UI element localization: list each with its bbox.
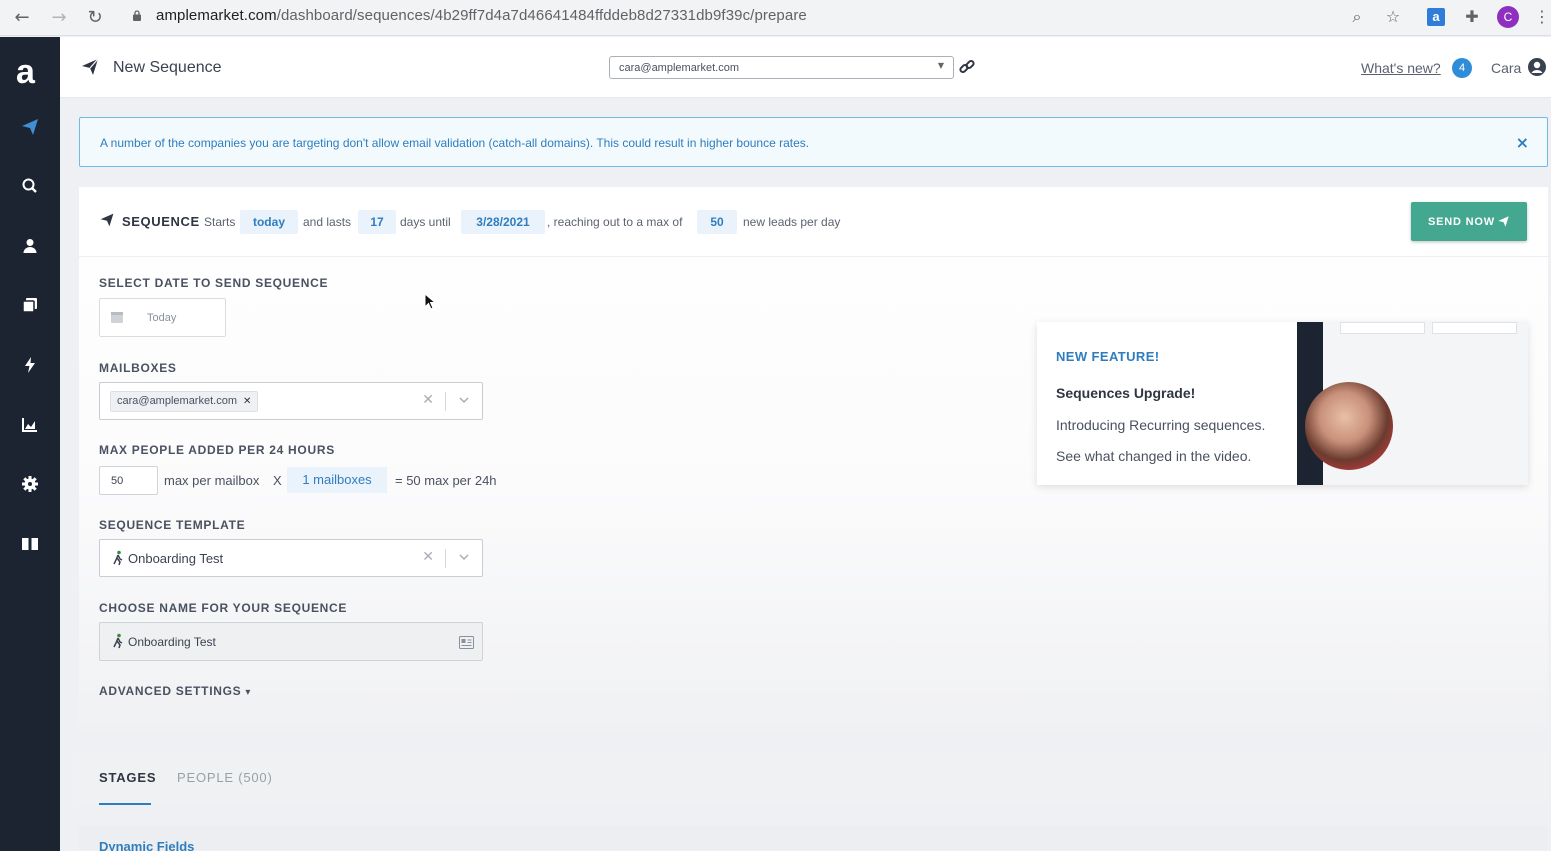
user-avatar-icon[interactable] (1527, 57, 1547, 77)
select-divider (445, 549, 446, 568)
runner-icon (113, 633, 123, 649)
mailbox-tag-label: cara@amplemarket.com (117, 395, 237, 407)
forward-icon[interactable]: → (47, 6, 71, 30)
feature-video-thumbnail[interactable] (1297, 322, 1528, 485)
catch-all-warning-alert: A number of the companies you are target… (79, 117, 1548, 167)
sequences-plane-icon[interactable] (20, 117, 40, 137)
max-per-mailbox-text: max per mailbox (164, 473, 260, 488)
search-icon[interactable] (20, 176, 40, 196)
whats-new-link[interactable]: What's new? (1361, 60, 1441, 76)
paper-plane-icon (100, 213, 114, 227)
dynamic-fields-link[interactable]: Dynamic Fields (99, 839, 194, 851)
sequence-label: SEQUENCE (122, 214, 200, 229)
start-day-chip[interactable]: today (240, 210, 298, 234)
book-icon[interactable] (20, 534, 40, 554)
mailboxes-label: MAILBOXES (99, 361, 177, 375)
clear-icon[interactable]: ✕ (422, 392, 434, 408)
new-feature-line1: Introducing Recurring sequences. (1056, 417, 1266, 433)
notification-badge[interactable]: 4 (1452, 58, 1472, 78)
star-icon[interactable]: ☆ (1383, 7, 1403, 27)
zoom-icon[interactable]: ⌕ (1347, 7, 1367, 27)
calendar-icon (111, 312, 123, 323)
close-icon[interactable]: × (1516, 133, 1529, 152)
lightning-bolt-icon[interactable] (20, 355, 40, 375)
clear-icon[interactable]: ✕ (422, 549, 434, 565)
paper-plane-icon (82, 58, 99, 75)
max-leads-chip[interactable]: 50 (697, 210, 737, 234)
sidebar (0, 37, 60, 851)
new-feature-popup[interactable]: NEW FEATURE! Sequences Upgrade! Introduc… (1037, 322, 1528, 485)
caret-down-icon: ▼ (937, 61, 944, 70)
analytics-chart-icon[interactable] (20, 415, 40, 435)
account-select-value: cara@amplemarket.com (619, 62, 739, 74)
times-text: X (273, 473, 282, 488)
per-day-text: new leads per day (743, 215, 841, 229)
sequence-name-value: Onboarding Test (128, 635, 216, 649)
and-lasts-text: and lasts (303, 215, 352, 229)
template-value: Onboarding Test (128, 551, 224, 566)
mailbox-count-chip[interactable]: 1 mailboxes (287, 467, 387, 493)
sequence-name-input[interactable]: Onboarding Test (99, 622, 483, 661)
reload-icon[interactable]: ↻ (83, 6, 107, 30)
chevron-down-icon: ▾ (245, 687, 252, 698)
date-picker-input[interactable]: Today (99, 298, 226, 337)
date-value: Today (147, 312, 177, 324)
select-divider (445, 392, 446, 411)
amplemarket-extension-icon[interactable]: a (1427, 8, 1445, 26)
back-icon[interactable]: ← (10, 6, 34, 30)
video-ui-box (1340, 322, 1425, 334)
send-now-label: SEND NOW (1428, 216, 1495, 228)
days-until-text: days until (400, 215, 451, 229)
new-feature-title: NEW FEATURE! (1056, 349, 1160, 364)
end-date-chip[interactable]: 3/28/2021 (461, 210, 545, 234)
new-feature-heading: Sequences Upgrade! (1056, 385, 1196, 401)
max-per-mailbox-input[interactable]: 50 (99, 466, 158, 495)
url-text: amplemarket.com/dashboard/sequences/4b29… (156, 7, 807, 24)
video-ui-box (1432, 322, 1517, 334)
tabs-bar (79, 752, 1548, 806)
sequence-name-label: CHOOSE NAME FOR YOUR SEQUENCE (99, 601, 348, 615)
alert-text: A number of the companies you are target… (100, 136, 810, 150)
paper-plane-icon (1498, 216, 1509, 227)
remove-tag-icon[interactable]: ✕ (243, 396, 251, 407)
runner-icon (113, 550, 123, 566)
mouse-cursor-icon (424, 293, 436, 310)
chevron-down-icon[interactable] (458, 551, 470, 563)
extensions-puzzle-icon[interactable]: ✚ (1462, 7, 1482, 27)
mailbox-tag[interactable]: cara@amplemarket.com ✕ (110, 391, 259, 412)
tab-people[interactable]: PEOPLE (500) (177, 770, 273, 785)
advanced-settings-toggle[interactable]: ADVANCED SETTINGS ▾ (99, 684, 251, 698)
days-chip[interactable]: 17 (358, 210, 396, 234)
chevron-down-icon[interactable] (458, 394, 470, 406)
link-icon[interactable] (958, 58, 976, 76)
active-tab-indicator (99, 803, 151, 805)
copy-templates-icon[interactable] (20, 295, 40, 315)
equals-text: = 50 max per 24h (395, 473, 497, 488)
lock-icon (133, 10, 141, 21)
page-title: New Sequence (113, 59, 222, 76)
gear-icon[interactable] (20, 474, 40, 494)
logo[interactable]: a (16, 54, 35, 90)
starts-text: Starts (204, 215, 236, 229)
mailboxes-select[interactable]: cara@amplemarket.com ✕ ✕ (99, 382, 483, 420)
date-label: SELECT DATE TO SEND SEQUENCE (99, 276, 329, 290)
dynamic-fields-panel (79, 826, 1548, 851)
new-feature-line2: See what changed in the video. (1056, 448, 1252, 464)
account-select[interactable]: cara@amplemarket.com ▼ (609, 56, 954, 79)
template-label: SEQUENCE TEMPLATE (99, 518, 246, 532)
tab-stages[interactable]: STAGES (99, 770, 156, 785)
advanced-settings-label: ADVANCED SETTINGS (99, 684, 242, 698)
contact-card-icon[interactable] (459, 636, 474, 649)
user-name[interactable]: Cara (1491, 60, 1521, 76)
user-icon[interactable] (20, 236, 40, 256)
profile-avatar[interactable]: C (1497, 6, 1519, 28)
template-select[interactable]: Onboarding Test ✕ (99, 539, 483, 577)
max-people-label: MAX PEOPLE ADDED PER 24 HOURS (99, 443, 335, 457)
presenter-video-avatar (1305, 382, 1393, 470)
send-now-button[interactable]: SEND NOW (1411, 202, 1527, 241)
reaching-text: , reaching out to a max of (547, 215, 683, 229)
menu-kebab-icon[interactable]: ⋮ (1532, 7, 1551, 27)
